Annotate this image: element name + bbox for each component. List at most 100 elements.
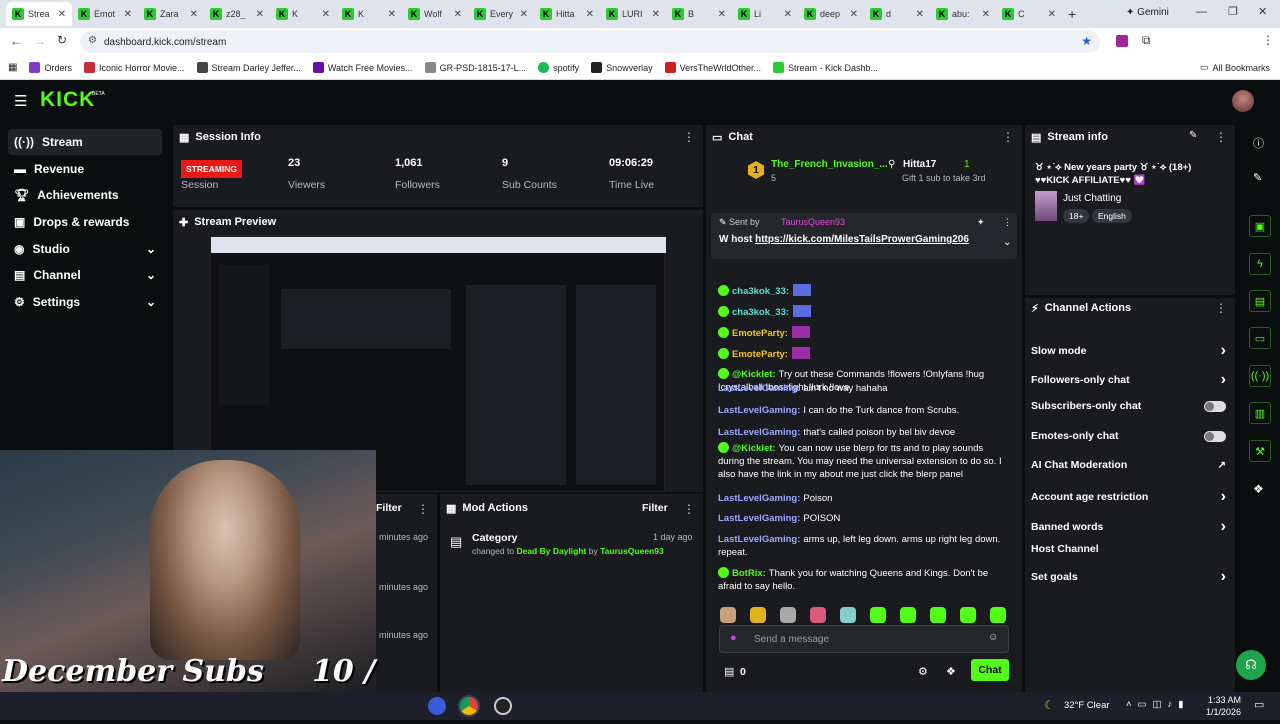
chevron-right-icon[interactable]: › — [1221, 342, 1226, 360]
pinned-link[interactable]: https://kick.com/MilesTailsProwerGaming2… — [755, 234, 969, 245]
browser-tab[interactable]: K Strea ✕ — [6, 2, 72, 26]
back-icon[interactable]: ← — [10, 34, 22, 48]
chevron-down-icon[interactable]: ⌄ — [1003, 237, 1011, 248]
close-icon[interactable]: ✕ — [784, 9, 792, 20]
bookmark[interactable]: Watch Free Movies... — [312, 62, 413, 73]
browser-tab[interactable]: Kdeep ✕ — [798, 2, 864, 26]
pinned-user[interactable]: TaurusQueen93 — [781, 217, 845, 227]
more-options-icon[interactable]: ⋮ — [683, 502, 695, 516]
channel-action-set-goals[interactable]: Set goals › — [1031, 568, 1226, 586]
taskbar-app-icon[interactable] — [428, 697, 446, 715]
close-icon[interactable]: ✕ — [58, 9, 66, 20]
broadcast-button[interactable]: ((·)) — [1249, 365, 1271, 387]
more-options-icon[interactable]: ⋮ — [1003, 217, 1012, 228]
external-link-icon[interactable]: ↗ — [1218, 460, 1226, 471]
sidebar-item-drops[interactable]: ▣ Drops & rewards — [8, 209, 162, 235]
more-options-icon[interactable]: ⋮ — [1002, 130, 1014, 144]
chevron-right-icon[interactable]: › — [1221, 488, 1226, 506]
chat-username[interactable]: LastLevelGaming: — [718, 493, 800, 504]
edit-icon[interactable]: ✎ — [1189, 130, 1197, 141]
emote-menu-icon[interactable]: ❖ — [946, 665, 956, 678]
channel-action-host-channel[interactable]: Host Channel — [1031, 543, 1226, 555]
sidebar-item-studio[interactable]: ◉ Studio ⌄ — [8, 236, 162, 262]
browser-tab[interactable]: K LURI ✕ — [600, 2, 666, 26]
channel-action-slow-mode[interactable]: Slow mode › — [1031, 342, 1226, 360]
more-options-icon[interactable]: ⋮ — [1215, 301, 1227, 315]
toggle-switch[interactable] — [1204, 430, 1226, 442]
close-icon[interactable]: ✕ — [586, 9, 594, 20]
channel-action-subscribers-only-chat[interactable]: Subscribers-only chat — [1031, 400, 1226, 412]
emoji-icon[interactable]: ☺ — [988, 632, 998, 643]
layout-button[interactable]: ▥ — [1249, 402, 1271, 424]
browser-tab[interactable]: K Every ✕ — [468, 2, 534, 26]
new-tab-icon[interactable]: + — [1068, 6, 1076, 22]
forward-icon[interactable]: → — [34, 34, 46, 48]
close-icon[interactable]: ✕ — [190, 9, 198, 20]
info-icon[interactable]: ⓘ — [1253, 135, 1264, 151]
chat-username[interactable]: LastLevelGaming: — [718, 513, 800, 524]
sidebar-item-revenue[interactable]: ▬ Revenue — [8, 156, 162, 182]
sidebar-item-channel[interactable]: ▤ Channel ⌄ — [8, 262, 162, 288]
extensions-puzzle-icon[interactable]: ⧉ — [1142, 33, 1151, 48]
quick-emote-icon[interactable] — [720, 607, 736, 623]
chat-popout-button[interactable]: ▭ — [1249, 327, 1271, 349]
close-icon[interactable]: ✕ — [982, 9, 990, 20]
more-options-icon[interactable]: ⋮ — [417, 502, 429, 516]
bookmark-star-icon[interactable]: ★ — [1081, 34, 1092, 48]
quick-emote-icon[interactable] — [960, 607, 976, 623]
browser-tab[interactable]: K Hitta ✕ — [534, 2, 600, 26]
quick-emote-icon[interactable] — [990, 607, 1006, 623]
chat-input[interactable]: ● Send a message ☺ — [719, 625, 1009, 653]
category-name[interactable]: Just Chatting — [1063, 193, 1121, 204]
avatar[interactable] — [1232, 90, 1254, 112]
more-options-icon[interactable]: ⋮ — [683, 130, 695, 144]
more-options-icon[interactable]: ⋮ — [1215, 130, 1227, 144]
filter-button[interactable]: Filter — [642, 502, 668, 514]
raid-button[interactable]: ϟ — [1249, 253, 1271, 275]
channel-action-emotes-only-chat[interactable]: Emotes-only chat — [1031, 430, 1226, 442]
bookmark[interactable]: Stream - Kick Dashb... — [773, 62, 878, 73]
hamburger-icon[interactable]: ☰ — [14, 92, 27, 110]
chat-username[interactable]: LastLevelGaming: — [718, 405, 800, 416]
quick-emote-icon[interactable] — [900, 607, 916, 623]
url-field[interactable]: ⚙ dashboard.kick.com/stream ★ — [80, 31, 1100, 53]
browser-tab[interactable]: K K ✕ — [336, 2, 402, 26]
browser-tab[interactable]: K B ✕ — [666, 2, 732, 26]
sidebar-item-achievements[interactable]: 🏆︎ Achievements — [8, 182, 162, 208]
browser-tab[interactable]: Kabu: ✕ — [930, 2, 996, 26]
chat-settings-icon[interactable]: ⚙ — [918, 665, 928, 678]
connections-icon[interactable]: ❖ — [1253, 482, 1264, 496]
extension-icon[interactable] — [1116, 35, 1128, 47]
chat-send-button[interactable]: Chat — [971, 659, 1009, 681]
close-icon[interactable]: ✕ — [1048, 9, 1056, 20]
clip-button[interactable]: ▣ — [1249, 215, 1271, 237]
notifications-icon[interactable]: ▭ — [1254, 698, 1264, 711]
chevron-right-icon[interactable]: › — [1221, 518, 1226, 536]
edit-icon[interactable]: ✎ — [1253, 171, 1262, 184]
toggle-switch[interactable] — [1204, 400, 1226, 412]
channel-action-banned-words[interactable]: Banned words › — [1031, 518, 1226, 536]
quick-emote-icon[interactable] — [780, 607, 796, 623]
bookmark[interactable]: spotify — [538, 62, 579, 73]
chat-username[interactable]: LastLevelGaming: — [718, 534, 800, 545]
obs-taskbar-icon[interactable] — [494, 697, 512, 715]
chat-username[interactable]: @Kicklet: — [732, 443, 776, 454]
chrome-taskbar-icon[interactable] — [458, 695, 480, 717]
filter-button[interactable]: Filter — [376, 502, 402, 514]
chat-username[interactable]: cha3kok_33: — [732, 286, 789, 297]
browser-tab[interactable]: Kd ✕ — [864, 2, 930, 26]
gift-cta[interactable]: Gift 1 sub to take 3rd — [902, 173, 986, 183]
tools-button[interactable]: ⚒︎ — [1249, 440, 1271, 462]
close-icon[interactable]: ✕ — [256, 9, 264, 20]
bookmark[interactable]: Snowverlay — [591, 62, 653, 73]
quick-emote-icon[interactable] — [930, 607, 946, 623]
site-info-icon[interactable]: ⚙ — [88, 35, 97, 46]
chevron-right-icon[interactable]: › — [1221, 371, 1226, 389]
close-icon[interactable]: ✕ — [916, 9, 924, 20]
channel-action-account-age-restriction[interactable]: Account age restriction › — [1031, 488, 1226, 506]
chat-username[interactable]: EmoteParty: — [732, 349, 788, 360]
bookmark[interactable]: GR-PSD-1815-17-L... — [424, 62, 526, 73]
bookmark[interactable]: VersTheWrldOther... — [664, 62, 761, 73]
reload-icon[interactable]: ↻ — [57, 33, 67, 47]
user-link[interactable]: TaurusQueen93 — [600, 546, 664, 556]
